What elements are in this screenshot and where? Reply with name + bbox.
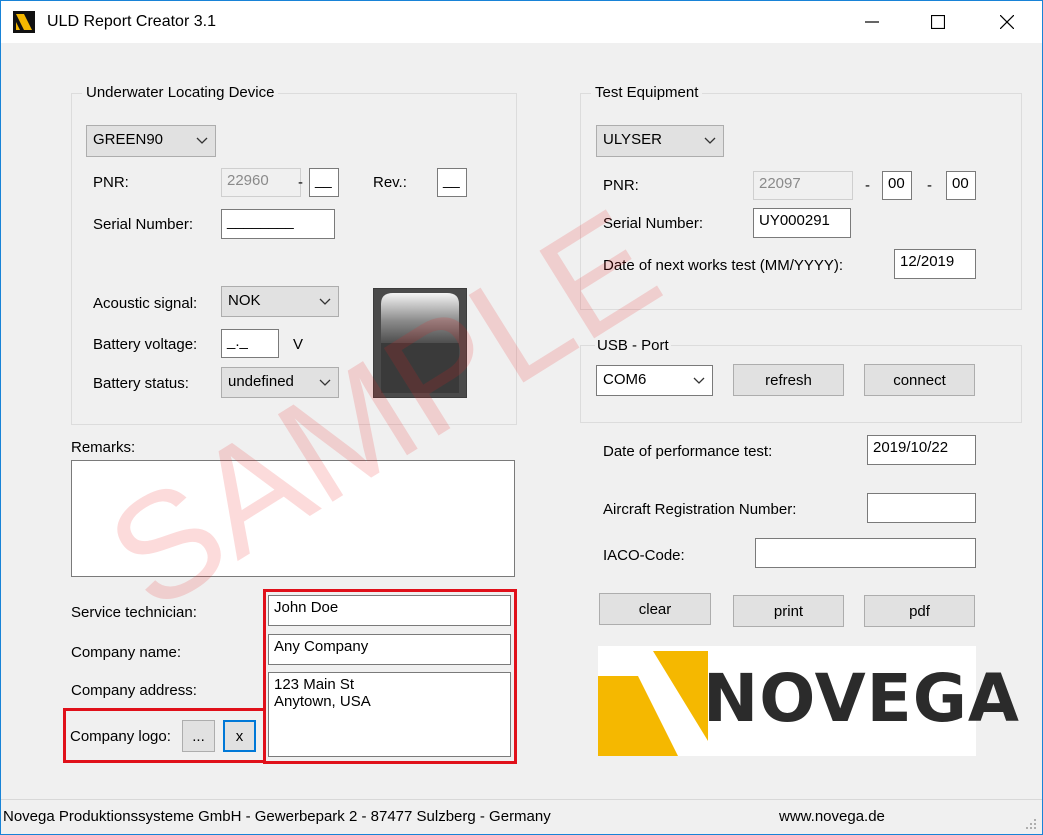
print-button[interactable]: print (733, 595, 844, 627)
company-info-text: Novega Produktionssysteme GmbH - Gewerbe… (3, 808, 551, 825)
battery-voltage-label: Battery voltage: (93, 336, 198, 353)
te-pnr-dash-2: - (927, 177, 932, 194)
icao-code-field[interactable] (755, 538, 976, 568)
battery-status-select[interactable]: undefined (221, 367, 339, 398)
battery-voltage-field[interactable]: _._ (221, 329, 279, 358)
uld-pnr-dash: - (298, 174, 303, 191)
connect-button[interactable]: connect (864, 364, 975, 396)
remarks-label: Remarks: (71, 439, 136, 456)
test-equipment-group-title: Test Equipment (591, 84, 703, 101)
performance-test-field[interactable]: 2019/10/22 (867, 435, 976, 465)
technician-label: Service technician: (71, 604, 197, 621)
novega-brand-text: NOVEGA (703, 660, 1020, 737)
te-pnr-part3-field[interactable]: 00 (946, 171, 976, 200)
uld-group-title: Underwater Locating Device (82, 84, 279, 101)
te-pnr-field[interactable]: 22097 (753, 171, 853, 200)
works-test-field[interactable]: 12/2019 (894, 249, 976, 279)
uld-rev-field[interactable]: __ (437, 168, 467, 197)
uld-serial-field[interactable]: ________ (221, 209, 335, 239)
pdf-button[interactable]: pdf (864, 595, 975, 627)
status-bar: Novega Produktionssysteme GmbH - Gewerbe… (1, 799, 1042, 835)
acoustic-signal-select[interactable]: NOK (221, 286, 339, 317)
uld-model-select[interactable]: GREEN90 (86, 125, 216, 157)
title-bar: ULD Report Creator 3.1 (1, 1, 1042, 43)
uld-model-value: GREEN90 (93, 131, 164, 148)
usb-port-select[interactable]: COM6 (596, 365, 713, 396)
uld-pnr-field[interactable]: 22960 (221, 168, 301, 197)
battery-voltage-unit: V (293, 336, 304, 353)
uld-pnr-label: PNR: (93, 174, 129, 191)
window-title: ULD Report Creator 3.1 (47, 13, 216, 30)
test-equipment-model-select[interactable]: ULYSER (596, 125, 724, 157)
close-button[interactable] (984, 1, 1030, 43)
te-pnr-part2-field[interactable]: 00 (882, 171, 912, 200)
te-serial-field[interactable]: UY000291 (753, 208, 851, 238)
usb-port-group-title: USB - Port (595, 337, 671, 354)
novega-mark-icon (598, 651, 708, 756)
website-text: www.novega.de (779, 808, 885, 825)
chevron-down-icon (196, 137, 208, 144)
maximize-button[interactable] (915, 1, 961, 43)
resize-grip-icon[interactable] (1025, 818, 1037, 830)
chevron-down-icon (319, 298, 331, 305)
test-equipment-model-value: ULYSER (603, 131, 662, 148)
chevron-down-icon (693, 377, 705, 384)
minimize-icon (865, 21, 879, 23)
battery-status-value: undefined (228, 373, 294, 390)
aircraft-registration-label: Aircraft Registration Number: (603, 501, 797, 518)
acoustic-signal-label: Acoustic signal: (93, 295, 198, 312)
te-pnr-dash-1: - (865, 177, 870, 194)
close-icon (1000, 15, 1014, 29)
minimize-button[interactable] (849, 1, 895, 43)
acoustic-signal-value: NOK (228, 292, 261, 309)
usb-port-value: COM6 (603, 371, 647, 388)
battery-status-label: Battery status: (93, 375, 189, 392)
uld-pnr-suffix-field[interactable]: __ (309, 168, 339, 197)
works-test-label: Date of next works test (MM/YYYY): (603, 257, 844, 274)
chevron-down-icon (319, 379, 331, 386)
te-serial-label: Serial Number: (603, 215, 704, 232)
highlight-company-logo (63, 708, 266, 763)
aircraft-registration-field[interactable] (867, 493, 976, 523)
company-address-label: Company address: (71, 682, 197, 699)
clear-button[interactable]: clear (599, 593, 711, 625)
icao-code-label: IACO-Code: (603, 547, 685, 564)
uld-serial-label: Serial Number: (93, 216, 194, 233)
novega-logo: NOVEGA (598, 646, 1019, 756)
performance-test-label: Date of performance test: (603, 443, 773, 460)
highlight-company-fields (263, 589, 517, 764)
status-lamp-icon (373, 288, 467, 398)
maximize-icon (931, 15, 945, 29)
refresh-button[interactable]: refresh (733, 364, 844, 396)
company-name-label: Company name: (71, 644, 182, 661)
remarks-textarea[interactable] (71, 460, 515, 577)
app-window: ULD Report Creator 3.1 Underwater Locati… (0, 0, 1043, 835)
app-logo-icon (13, 11, 35, 33)
te-pnr-label: PNR: (603, 177, 639, 194)
uld-rev-label: Rev.: (373, 174, 407, 191)
chevron-down-icon (704, 137, 716, 144)
